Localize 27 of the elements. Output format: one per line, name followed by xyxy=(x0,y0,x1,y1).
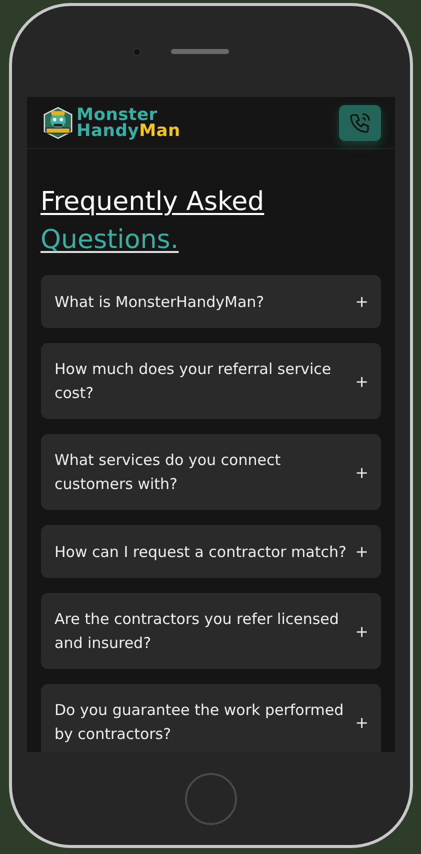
faq-item[interactable]: Do you guarantee the work performed by contractors? + xyxy=(40,684,380,752)
faq-question: How can I request a contractor match? xyxy=(54,542,348,562)
camera-icon xyxy=(132,48,140,56)
call-button[interactable] xyxy=(338,104,380,140)
expand-toggle[interactable]: + xyxy=(355,622,368,640)
page-title: Questions. xyxy=(40,224,179,257)
expand-toggle[interactable]: + xyxy=(355,462,368,482)
faq-item[interactable]: What is MonsterHandyMan? + xyxy=(40,275,380,328)
home-button[interactable] xyxy=(184,772,236,824)
expand-toggle[interactable]: + xyxy=(355,292,368,311)
faq-item[interactable]: How can I request a contractor match? + xyxy=(40,525,380,578)
phone-icon xyxy=(348,110,372,134)
faq-question: What services do you connect customers with? xyxy=(54,450,282,495)
faq-question: Do you guarantee the work performed by contractors? xyxy=(54,700,345,745)
page-title: Frequently Asked xyxy=(40,186,264,219)
faq-question: Are the contractors you refer licensed and insured? xyxy=(54,609,340,654)
faq-question: How much does your referral service cost? xyxy=(54,359,332,404)
faq-item[interactable]: What services do you connect customers with? + xyxy=(40,434,380,510)
faq-item[interactable]: Are the contractors you refer licensed and insured? + xyxy=(40,593,380,669)
expand-toggle[interactable]: + xyxy=(355,712,368,732)
faq-question: What is MonsterHandyMan? xyxy=(54,292,266,312)
brand-name: HandyMan xyxy=(76,122,180,138)
expand-toggle[interactable]: + xyxy=(355,372,368,390)
expand-toggle[interactable]: + xyxy=(355,542,368,561)
brand-name: Monster xyxy=(76,106,158,122)
faq-item[interactable]: How much does your referral service cost? + xyxy=(40,343,380,419)
speaker-grille xyxy=(170,49,228,54)
